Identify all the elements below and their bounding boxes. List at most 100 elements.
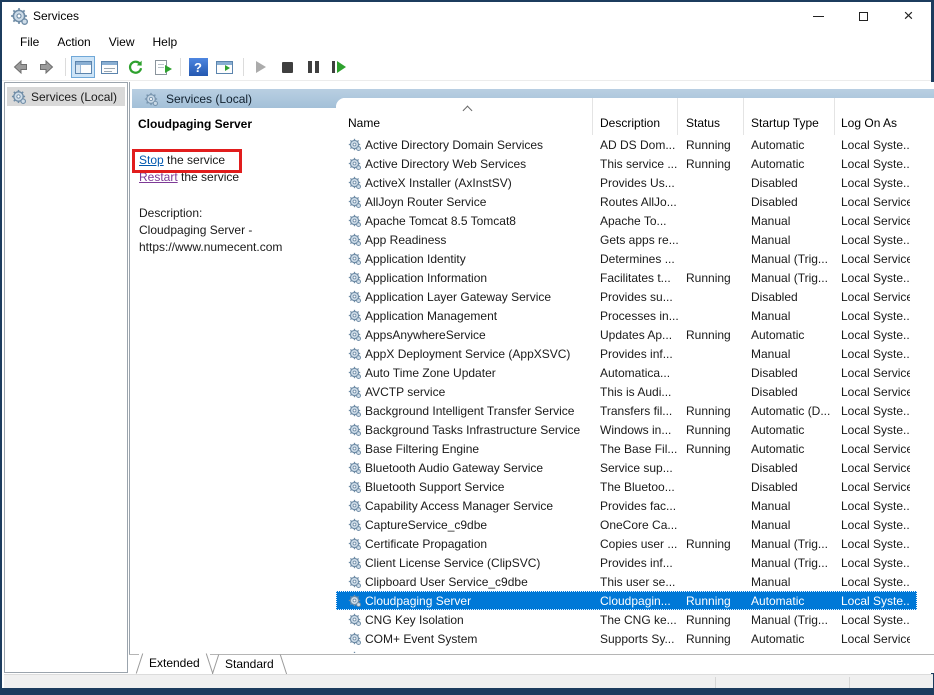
services-gear-icon xyxy=(11,89,26,104)
service-row[interactable]: Active Directory Domain Services AD DS D… xyxy=(336,135,917,154)
service-startup-type: Disabled xyxy=(744,366,835,380)
start-service-icon xyxy=(256,61,266,73)
close-button[interactable]: × xyxy=(886,2,931,30)
service-row[interactable]: Background Intelligent Transfer Service … xyxy=(336,401,917,420)
service-startup-type: Manual xyxy=(744,233,835,247)
service-startup-type: Automatic xyxy=(744,632,835,646)
export-list-icon xyxy=(155,60,167,75)
refresh-icon xyxy=(127,59,144,76)
service-row[interactable]: Active Directory Web Services This servi… xyxy=(336,154,917,173)
service-description: This service ... xyxy=(593,157,678,171)
forward-button[interactable] xyxy=(34,56,58,78)
column-header-log-on-as[interactable]: Log On As xyxy=(835,98,910,135)
service-row[interactable]: Bluetooth Support Service The Bluetoo...… xyxy=(336,477,917,496)
services-window: Services × File Action View Help xyxy=(0,0,934,695)
service-gear-icon xyxy=(348,537,361,550)
service-name: AVCTP service xyxy=(365,385,445,399)
sort-ascending-icon xyxy=(463,106,473,116)
show-action-pane-button[interactable] xyxy=(212,56,236,78)
service-startup-type: Manual xyxy=(744,518,835,532)
service-status: Running xyxy=(678,613,744,627)
service-row[interactable]: AllJoyn Router Service Routes AllJo... D… xyxy=(336,192,917,211)
services-app-icon xyxy=(10,7,28,25)
column-header-status[interactable]: Status xyxy=(678,98,744,135)
refresh-button[interactable] xyxy=(123,56,147,78)
service-row[interactable]: Client License Service (ClipSVC) Provide… xyxy=(336,553,917,572)
restart-service-button[interactable] xyxy=(327,56,351,78)
stop-service-button[interactable] xyxy=(275,56,299,78)
service-row[interactable]: Application Management Processes in... M… xyxy=(336,306,917,325)
menu-action[interactable]: Action xyxy=(48,32,99,52)
service-status: Running xyxy=(678,157,744,171)
service-row[interactable]: AppX Deployment Service (AppXSVC) Provid… xyxy=(336,344,917,363)
service-gear-icon xyxy=(348,290,361,303)
properties-button[interactable] xyxy=(97,56,121,78)
list-header: Name Description Status Startup Type Log… xyxy=(336,98,917,135)
column-header-startup-type[interactable]: Startup Type xyxy=(744,98,835,135)
back-button[interactable] xyxy=(8,56,32,78)
service-name: App Readiness xyxy=(365,233,446,247)
menu-help[interactable]: Help xyxy=(144,32,187,52)
tree-item-services-local[interactable]: Services (Local) xyxy=(7,87,125,106)
tab-standard[interactable]: Standard xyxy=(215,655,284,674)
extended-detail-pane: Cloudpaging Server Stop the service Rest… xyxy=(133,108,336,654)
pause-service-button[interactable] xyxy=(301,56,325,78)
service-row[interactable]: Background Tasks Infrastructure Service … xyxy=(336,420,917,439)
menu-view[interactable]: View xyxy=(100,32,144,52)
service-gear-icon xyxy=(348,518,361,531)
status-bar-divider xyxy=(849,677,850,688)
start-service-button[interactable] xyxy=(249,56,273,78)
service-row[interactable]: Application Information Facilitates t...… xyxy=(336,268,917,287)
service-row[interactable]: App Readiness Gets apps re... Manual Loc… xyxy=(336,230,917,249)
service-row[interactable]: Application Layer Gateway Service Provid… xyxy=(336,287,917,306)
show-console-tree-button[interactable] xyxy=(71,56,95,78)
services-list-panel: Name Description Status Startup Type Log… xyxy=(336,98,934,653)
maximize-button[interactable] xyxy=(841,2,886,30)
service-row[interactable]: Cloudpaging Server Cloudpagin... Running… xyxy=(336,591,917,610)
service-name: ActiveX Installer (AxInstSV) xyxy=(365,176,512,190)
service-row[interactable]: Auto Time Zone Updater Automatica... Dis… xyxy=(336,363,917,382)
column-header-description[interactable]: Description xyxy=(593,98,678,135)
service-row[interactable]: CNG Key Isolation The CNG ke... Running … xyxy=(336,610,917,629)
service-row[interactable] xyxy=(336,648,917,653)
service-logon-as: Local Service xyxy=(835,385,910,399)
service-description: Cloudpagin... xyxy=(593,594,678,608)
service-startup-type: Automatic xyxy=(744,442,835,456)
service-row[interactable]: Certificate Propagation Copies user ... … xyxy=(336,534,917,553)
description-line1: Cloudpaging Server - xyxy=(139,223,252,237)
service-row[interactable]: Bluetooth Audio Gateway Service Service … xyxy=(336,458,917,477)
service-row[interactable]: CaptureService_c9dbe OneCore Ca... Manua… xyxy=(336,515,917,534)
service-row[interactable]: Capability Access Manager Service Provid… xyxy=(336,496,917,515)
service-row[interactable]: COM+ Event System Supports Sy... Running… xyxy=(336,629,917,648)
service-row[interactable]: Application Identity Determines ... Manu… xyxy=(336,249,917,268)
window-frame: Services × File Action View Help xyxy=(2,2,931,688)
tab-extended[interactable]: Extended xyxy=(139,654,210,674)
service-logon-as: Local Service xyxy=(835,632,910,646)
service-row[interactable]: AppsAnywhereService Updates Ap... Runnin… xyxy=(336,325,917,344)
column-header-name[interactable]: Name xyxy=(336,98,593,135)
service-description: The CNG ke... xyxy=(593,613,678,627)
properties-icon xyxy=(101,61,118,74)
service-gear-icon xyxy=(348,176,361,189)
menu-file[interactable]: File xyxy=(11,32,48,52)
service-row[interactable]: ActiveX Installer (AxInstSV) Provides Us… xyxy=(336,173,917,192)
service-row[interactable]: Base Filtering Engine The Base Fil... Ru… xyxy=(336,439,917,458)
stop-service-icon xyxy=(282,62,293,73)
status-bar-divider xyxy=(715,677,716,688)
service-startup-type: Disabled xyxy=(744,461,835,475)
service-startup-type: Automatic xyxy=(744,328,835,342)
minimize-button[interactable] xyxy=(796,2,841,30)
service-logon-as: Local Service xyxy=(835,442,910,456)
service-status: Running xyxy=(678,328,744,342)
service-status: Running xyxy=(678,423,744,437)
service-description: Processes in... xyxy=(593,309,678,323)
service-row[interactable]: Clipboard User Service_c9dbe This user s… xyxy=(336,572,917,591)
service-row[interactable]: Apache Tomcat 8.5 Tomcat8 Apache To... M… xyxy=(336,211,917,230)
service-name: Application Identity xyxy=(365,252,466,266)
export-list-button[interactable] xyxy=(149,56,173,78)
help-button[interactable]: ? xyxy=(186,56,210,78)
title-bar[interactable]: Services × xyxy=(2,2,931,30)
service-row[interactable]: AVCTP service This is Audi... Disabled L… xyxy=(336,382,917,401)
tree-item-label: Services (Local) xyxy=(31,90,117,104)
service-gear-icon xyxy=(348,594,361,607)
